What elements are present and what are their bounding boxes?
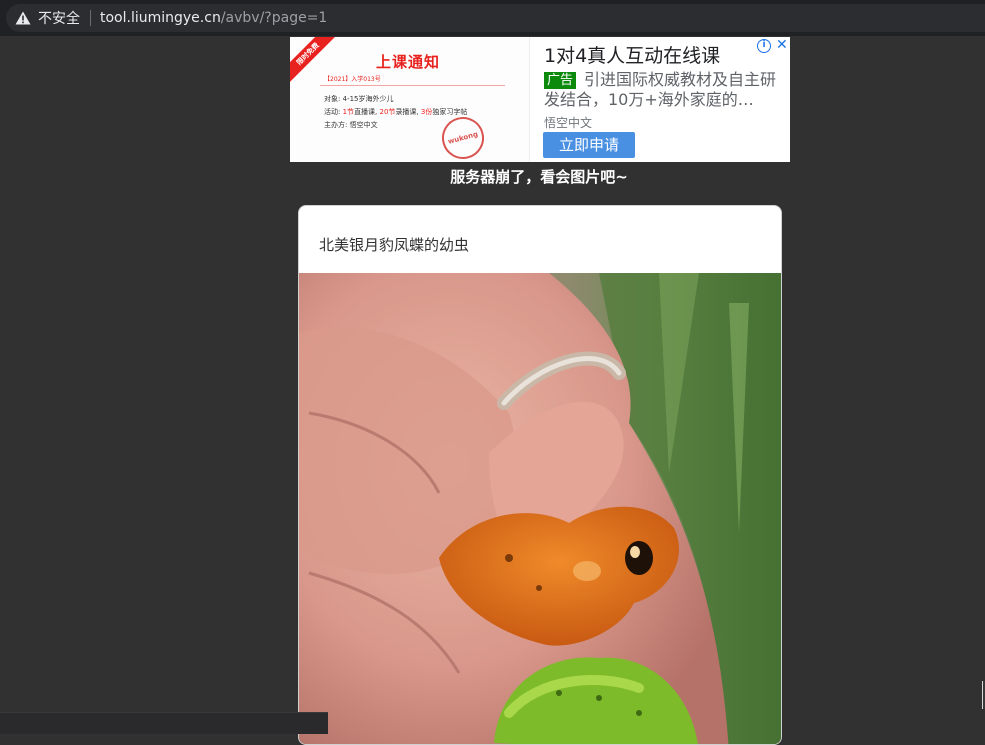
ad-badge: 广告 [544,72,577,89]
ad-image[interactable]: 限时免费 上课通知 【2021】入学013号 对象: 4-15岁海外少儿 活动:… [290,37,530,162]
ad-line2-a: 1节 [342,108,355,116]
ad-image-line-2: 活动: 1节直播课, 20节录播课, 3份独家习字帖 [324,107,467,117]
info-icon[interactable]: i [757,39,771,53]
ad-line2-e: 3份 [420,108,433,116]
stamp-icon: wukong [437,112,489,162]
url-host: tool.liumingye.cn [100,10,221,26]
warning-triangle-icon[interactable] [15,11,31,25]
ad-title[interactable]: 1对4真人互动在线课 [544,41,720,68]
ad-line2-d: 录播课, [395,108,421,116]
card-title: 北美银月豹凤蝶的幼虫 [319,236,470,254]
caterpillar-photo-drawing [299,273,781,744]
apply-button[interactable]: 立即申请 [543,132,635,158]
ad-line2-pre: 活动: [324,108,343,116]
url-path: /avbv/?page=1 [220,10,328,26]
ad-banner[interactable]: 限时免费 上课通知 【2021】入学013号 对象: 4-15岁海外少儿 活动:… [290,37,790,162]
divider [90,10,91,26]
image-card: 北美银月豹凤蝶的幼虫 [298,205,782,745]
ad-image-line-1: 对象: 4-15岁海外少儿 [324,95,394,103]
ad-image-title: 上课通知 [376,53,441,71]
server-down-notice: 服务器崩了，看会图片吧~ [450,168,628,186]
status-strip [0,712,328,734]
ad-image-divider [320,85,505,86]
ad-image-line-3: 主办方: 悟空中文 [324,121,378,129]
ad-line2-f: 独家习字帖 [432,108,468,116]
ad-image-date: 【2021】入学013号 [324,76,381,83]
url-field[interactable]: 不安全 tool.liumingye.cn/avbv/?page=1 [6,4,985,32]
ad-line2-b: 直播课, [354,108,380,116]
security-label[interactable]: 不安全 [38,8,80,28]
ad-line2-c: 20节 [379,108,396,116]
caterpillar-photo[interactable] [299,273,781,744]
close-icon[interactable]: ✕ [776,37,788,53]
address-bar: 不安全 tool.liumingye.cn/avbv/?page=1 [0,0,985,36]
ad-source: 悟空中文 [544,116,593,130]
ad-description: 引进国际权威教材及自主研发结合，10万+海外家庭的… [544,70,776,109]
